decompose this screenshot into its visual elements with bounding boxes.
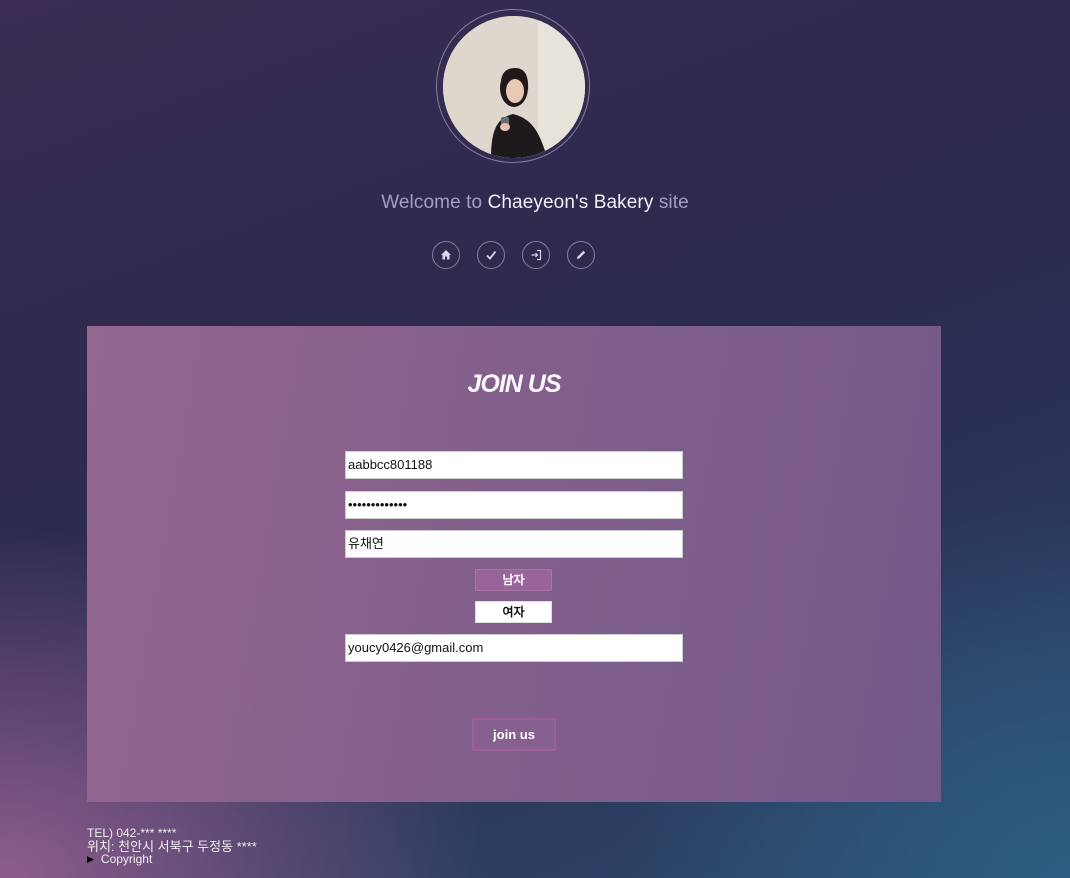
gender-male-button[interactable]: 남자 xyxy=(475,569,552,591)
brand-name: Chaeyeon's Bakery xyxy=(487,192,654,213)
profile-photo xyxy=(443,16,585,158)
sign-in-icon xyxy=(531,249,542,261)
pencil-icon xyxy=(577,250,586,259)
check-icon xyxy=(486,250,497,260)
welcome-heading: Welcome to Chaeyeon's Bakery site xyxy=(0,192,1070,214)
gender-female-button[interactable]: 여자 xyxy=(475,601,552,623)
copyright-label: Copyright xyxy=(100,852,153,866)
home-icon xyxy=(441,250,451,260)
nav-icon-row xyxy=(432,241,595,269)
home-button[interactable] xyxy=(432,241,460,269)
join-submit-button[interactable]: join us xyxy=(472,718,556,751)
join-title: JOIN US xyxy=(467,370,561,398)
footer: TEL) 042-*** **** 위치: 천안시 서북구 두정동 **** ▶… xyxy=(87,827,257,866)
profile-avatar xyxy=(443,16,585,158)
user-id-input[interactable]: aabbcc801188 xyxy=(345,451,683,479)
welcome-suffix: site xyxy=(658,192,689,213)
name-input[interactable]: 유채연 xyxy=(345,530,683,558)
email-input[interactable]: youcy0426@gmail.com xyxy=(345,634,683,662)
triangle-right-icon: ▶ xyxy=(87,854,94,864)
check-button[interactable] xyxy=(477,241,505,269)
sign-in-button[interactable] xyxy=(522,241,550,269)
join-panel: JOIN US aabbcc801188 ••••••••••••• 유채연 남… xyxy=(87,326,941,802)
welcome-prefix: Welcome to xyxy=(381,192,483,213)
edit-button[interactable] xyxy=(567,241,595,269)
copyright-toggle[interactable]: ▶ Copyright xyxy=(87,853,257,866)
password-input[interactable]: ••••••••••••• xyxy=(345,491,683,519)
